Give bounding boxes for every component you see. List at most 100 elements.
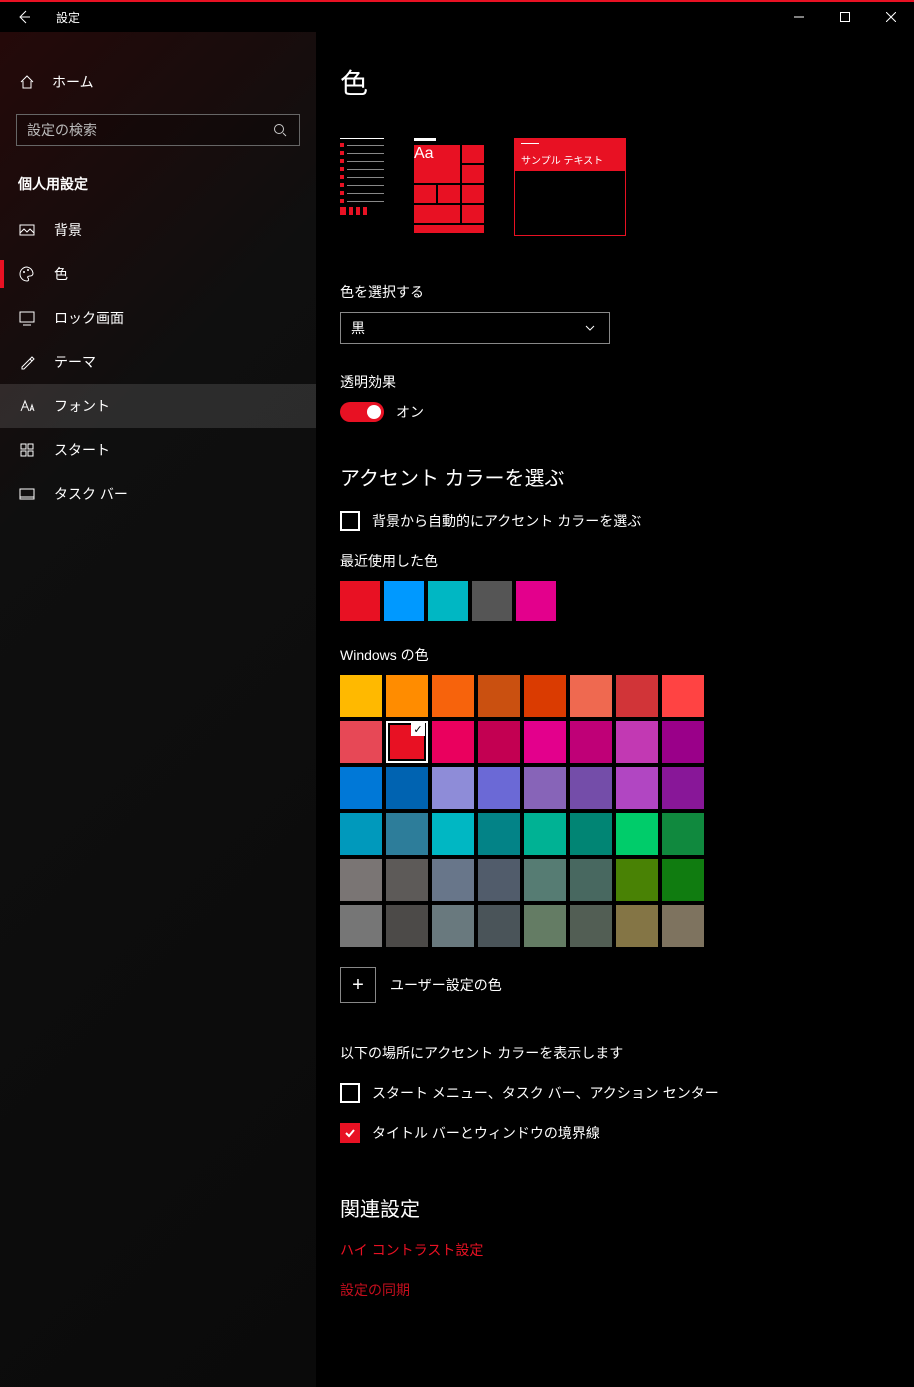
color-swatch[interactable] [478, 813, 520, 855]
color-mode-select[interactable]: 黒 [340, 312, 610, 344]
windows-colors-label: Windows の色 [340, 645, 890, 665]
nav-lockscreen[interactable]: ロック画面 [0, 296, 316, 340]
color-swatch[interactable] [570, 813, 612, 855]
color-swatch[interactable] [478, 675, 520, 717]
color-swatch[interactable] [662, 675, 704, 717]
nav-label: スタート [54, 440, 110, 460]
color-swatch[interactable] [524, 905, 566, 947]
windows-colors-palette [340, 675, 890, 947]
color-swatch[interactable] [524, 813, 566, 855]
nav-start[interactable]: スタート [0, 428, 316, 472]
color-swatch[interactable] [432, 767, 474, 809]
titlebar: 設定 [0, 0, 914, 32]
section-label: 個人用設定 [0, 166, 316, 208]
nav-label: 背景 [54, 220, 82, 240]
color-swatch[interactable] [478, 721, 520, 763]
color-swatch[interactable] [616, 767, 658, 809]
link-sync-settings[interactable]: 設定の同期 [340, 1280, 890, 1300]
color-swatch[interactable] [340, 767, 382, 809]
color-swatch[interactable] [386, 905, 428, 947]
color-swatch[interactable] [340, 905, 382, 947]
color-swatch[interactable] [524, 721, 566, 763]
color-swatch[interactable] [616, 675, 658, 717]
color-swatch[interactable] [616, 859, 658, 901]
nav-background[interactable]: 背景 [0, 208, 316, 252]
surface-start-row[interactable]: スタート メニュー、タスク バー、アクション センター [340, 1083, 890, 1103]
transparency-label: 透明効果 [340, 372, 890, 392]
sidebar: ホーム 個人用設定 背景 色 ロック画面 テーマ フォント スター [0, 32, 316, 1387]
color-swatch[interactable] [386, 675, 428, 717]
color-swatch[interactable] [570, 859, 612, 901]
color-swatch[interactable] [386, 767, 428, 809]
color-swatch[interactable] [386, 859, 428, 901]
nav-fonts[interactable]: フォント [0, 384, 316, 428]
color-swatch[interactable] [662, 721, 704, 763]
color-swatch[interactable] [570, 675, 612, 717]
color-swatch[interactable] [570, 721, 612, 763]
nav-label: 色 [54, 264, 68, 284]
color-swatch[interactable] [340, 675, 382, 717]
auto-accent-checkbox-row[interactable]: 背景から自動的にアクセント カラーを選ぶ [340, 511, 890, 531]
home-icon [18, 73, 36, 91]
surface-start-checkbox[interactable] [340, 1083, 360, 1103]
color-swatch[interactable] [432, 675, 474, 717]
color-swatch[interactable] [662, 905, 704, 947]
color-swatch[interactable] [570, 767, 612, 809]
search-box[interactable] [16, 114, 300, 146]
color-swatch[interactable] [478, 905, 520, 947]
search-icon [271, 121, 289, 139]
color-swatch[interactable] [662, 767, 704, 809]
color-swatch[interactable] [386, 813, 428, 855]
recent-color-swatch[interactable] [516, 581, 556, 621]
choose-color-label: 色を選択する [340, 282, 890, 302]
close-button[interactable] [868, 2, 914, 32]
color-preview: Aa サンプル テキスト [340, 138, 890, 236]
color-swatch[interactable] [524, 859, 566, 901]
nav-taskbar[interactable]: タスク バー [0, 472, 316, 516]
auto-accent-checkbox[interactable] [340, 511, 360, 531]
maximize-button[interactable] [822, 2, 868, 32]
recent-colors-label: 最近使用した色 [340, 551, 890, 571]
color-swatch[interactable] [616, 813, 658, 855]
home-link[interactable]: ホーム [0, 62, 316, 102]
start-icon [18, 441, 36, 459]
color-swatch[interactable] [662, 859, 704, 901]
recent-color-swatch[interactable] [340, 581, 380, 621]
color-swatch[interactable] [478, 859, 520, 901]
color-swatch[interactable] [570, 905, 612, 947]
color-swatch[interactable] [386, 721, 428, 763]
chevron-down-icon [581, 319, 599, 337]
color-swatch[interactable] [340, 721, 382, 763]
nav-themes[interactable]: テーマ [0, 340, 316, 384]
custom-color-row[interactable]: + ユーザー設定の色 [340, 967, 890, 1003]
color-swatch[interactable] [524, 675, 566, 717]
nav-colors[interactable]: 色 [0, 252, 316, 296]
surface-title-checkbox[interactable] [340, 1123, 360, 1143]
back-button[interactable] [0, 2, 48, 32]
fonts-icon [18, 397, 36, 415]
minimize-button[interactable] [776, 2, 822, 32]
color-swatch[interactable] [340, 859, 382, 901]
transparency-toggle[interactable] [340, 402, 384, 422]
color-swatch[interactable] [432, 721, 474, 763]
surface-title-row[interactable]: タイトル バーとウィンドウの境界線 [340, 1123, 890, 1143]
link-high-contrast[interactable]: ハイ コントラスト設定 [340, 1240, 890, 1260]
color-swatch[interactable] [340, 813, 382, 855]
color-swatch[interactable] [432, 859, 474, 901]
color-swatch[interactable] [616, 905, 658, 947]
plus-icon[interactable]: + [340, 967, 376, 1003]
nav-label: テーマ [54, 352, 96, 372]
search-input[interactable] [27, 122, 271, 138]
color-swatch[interactable] [662, 813, 704, 855]
color-swatch[interactable] [432, 813, 474, 855]
color-swatch[interactable] [524, 767, 566, 809]
color-swatch[interactable] [616, 721, 658, 763]
transparency-state: オン [396, 402, 424, 422]
color-swatch[interactable] [478, 767, 520, 809]
recent-color-swatch[interactable] [428, 581, 468, 621]
nav-label: フォント [54, 396, 110, 416]
custom-color-label: ユーザー設定の色 [390, 975, 502, 995]
color-swatch[interactable] [432, 905, 474, 947]
recent-color-swatch[interactable] [384, 581, 424, 621]
recent-color-swatch[interactable] [472, 581, 512, 621]
